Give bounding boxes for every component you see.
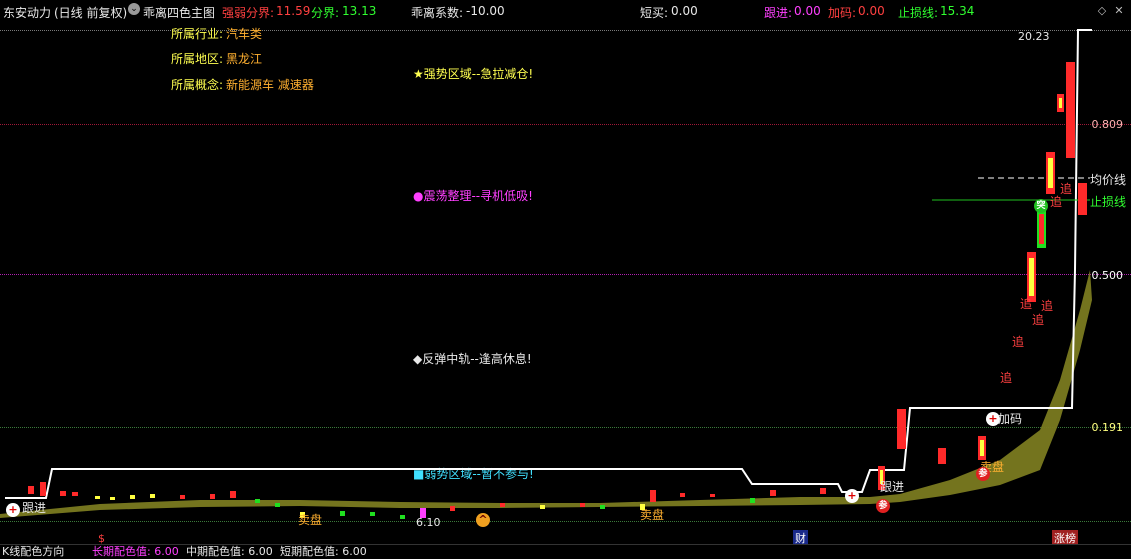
follow-plus-icon-1: + — [6, 503, 20, 517]
footer-label-2: 长期配色值: 6.00 — [92, 545, 179, 558]
avg-line-label: 均价线 — [1090, 173, 1127, 187]
sell-marker-2: 卖盘 — [640, 508, 665, 522]
stop-line-label: 止损线 — [1090, 195, 1127, 209]
can-marker-2: 参 — [976, 467, 990, 481]
stoploss-step-line — [5, 29, 1092, 499]
up-arrow-icon: ^ — [476, 513, 490, 527]
footer-label-4: 短期配色值: 6.00 — [280, 545, 367, 558]
footer-label-3: 中期配色值: 6.00 — [186, 545, 273, 558]
footer-bar: K线配色方向 长期配色值: 6.00 中期配色值: 6.00 短期配色值: 6.… — [0, 544, 1131, 558]
trend-band — [0, 270, 1092, 518]
price-chart — [0, 29, 1092, 519]
chase-marker-1: 追 — [1020, 297, 1033, 311]
tu-marker: 突 — [1034, 199, 1048, 213]
sell-marker-1: 卖盘 — [298, 513, 323, 527]
chase-marker-3: 追 — [1041, 299, 1054, 313]
chase-marker-7: 追 — [1060, 182, 1073, 196]
add-marker: 加码 — [998, 412, 1023, 426]
can-marker-1: 参 — [876, 499, 890, 513]
follow-plus-icon-2: + — [845, 489, 859, 503]
follow-marker-2: 跟进 — [880, 480, 905, 494]
footer-label-1: K线配色方向 — [2, 545, 65, 558]
chase-marker-4: 追 — [1012, 335, 1025, 349]
chase-marker-5: 追 — [1000, 371, 1013, 385]
follow-marker-1: 跟进 — [22, 501, 47, 515]
